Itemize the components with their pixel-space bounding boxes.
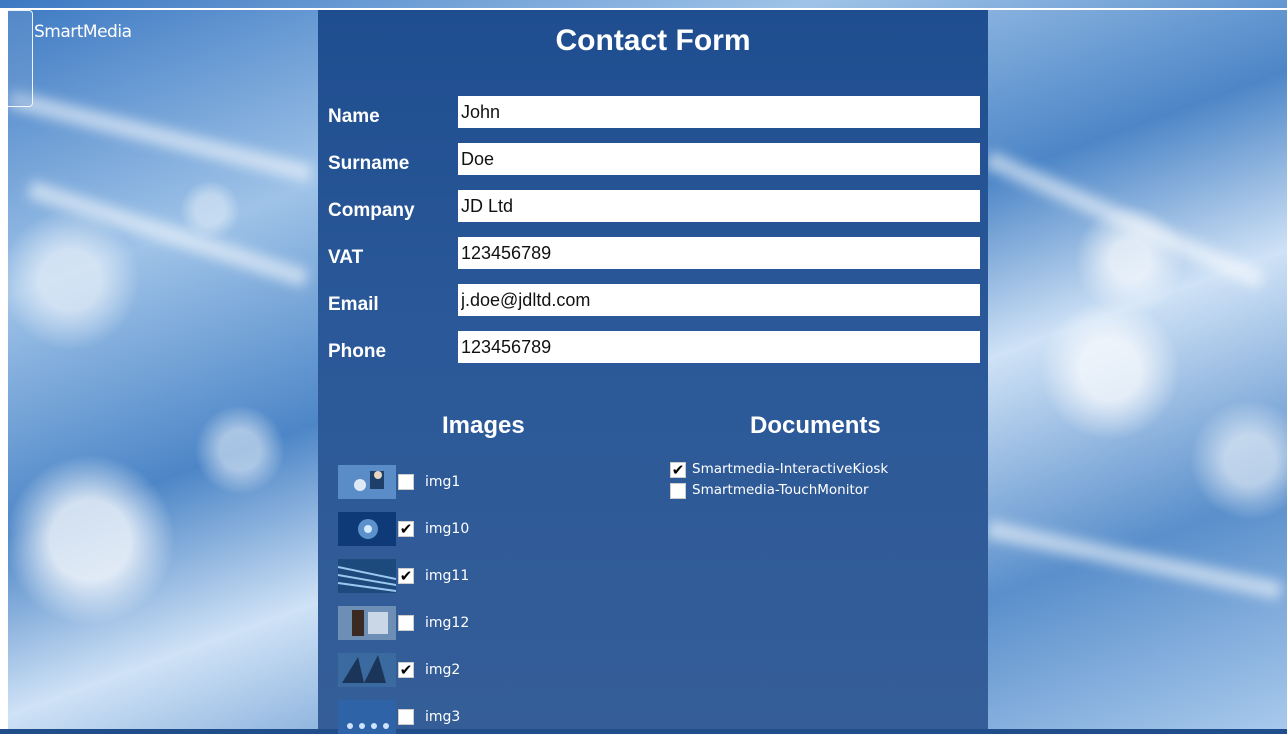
company-input[interactable] bbox=[458, 190, 980, 222]
side-menu-handle[interactable] bbox=[8, 10, 33, 107]
image-thumbnail bbox=[338, 559, 396, 593]
form-row-vat: VAT bbox=[318, 237, 988, 271]
image-thumbnail bbox=[338, 653, 396, 687]
logo: SmartMedia bbox=[34, 22, 132, 42]
image-label: img2 bbox=[425, 662, 461, 678]
name-input[interactable] bbox=[458, 96, 980, 128]
vat-label: VAT bbox=[328, 247, 364, 268]
phone-input[interactable] bbox=[458, 331, 980, 363]
image-label: img3 bbox=[425, 709, 461, 725]
page-title: Contact Form bbox=[555, 24, 751, 57]
image-thumbnail bbox=[338, 465, 396, 499]
image-checkbox-img11[interactable]: ✔ bbox=[398, 568, 414, 584]
company-label: Company bbox=[328, 200, 415, 221]
image-checkbox-img1[interactable] bbox=[398, 474, 414, 490]
image-item-img12[interactable]: img12 bbox=[338, 606, 538, 640]
image-checkbox-img3[interactable] bbox=[398, 709, 414, 725]
form-row-company: Company bbox=[318, 190, 988, 224]
image-checkbox-img10[interactable]: ✔ bbox=[398, 521, 414, 537]
document-label: Smartmedia-InteractiveKiosk bbox=[692, 461, 889, 477]
image-item-img10[interactable]: ✔ img10 bbox=[338, 512, 538, 546]
vat-input[interactable] bbox=[458, 237, 980, 269]
images-heading: Images bbox=[442, 412, 525, 439]
image-label: img10 bbox=[425, 521, 470, 537]
image-thumbnail bbox=[338, 512, 396, 546]
documents-heading: Documents bbox=[750, 412, 881, 439]
document-checkbox-interactivekiosk[interactable]: ✔ bbox=[670, 462, 686, 478]
document-item-interactivekiosk[interactable]: ✔ Smartmedia-InteractiveKiosk bbox=[670, 461, 970, 479]
form-row-surname: Surname bbox=[318, 143, 988, 177]
phone-label: Phone bbox=[328, 341, 387, 362]
image-label: img1 bbox=[425, 474, 461, 490]
surname-label: Surname bbox=[328, 153, 410, 174]
form-row-phone: Phone bbox=[318, 331, 988, 365]
image-label: img11 bbox=[425, 568, 470, 584]
image-item-img11[interactable]: ✔ img11 bbox=[338, 559, 538, 593]
document-checkbox-touchmonitor[interactable] bbox=[670, 483, 686, 499]
image-thumbnail bbox=[338, 606, 396, 640]
email-label: Email bbox=[328, 294, 379, 315]
image-checkbox-img2[interactable]: ✔ bbox=[398, 662, 414, 678]
document-label: Smartmedia-TouchMonitor bbox=[692, 482, 869, 498]
window-left-border bbox=[0, 8, 8, 729]
image-checkbox-img12[interactable] bbox=[398, 615, 414, 631]
document-item-touchmonitor[interactable]: Smartmedia-TouchMonitor bbox=[670, 482, 970, 500]
form-row-email: Email bbox=[318, 284, 988, 318]
form-row-name: Name bbox=[318, 96, 988, 130]
image-item-img1[interactable]: img1 bbox=[338, 465, 538, 499]
name-label: Name bbox=[328, 106, 380, 127]
image-label: img12 bbox=[425, 615, 470, 631]
email-input[interactable] bbox=[458, 284, 980, 316]
surname-input[interactable] bbox=[458, 143, 980, 175]
contact-form-panel: Contact Form Name Surname Company VAT Em… bbox=[318, 10, 988, 734]
image-item-img2[interactable]: ✔ img2 bbox=[338, 653, 538, 687]
